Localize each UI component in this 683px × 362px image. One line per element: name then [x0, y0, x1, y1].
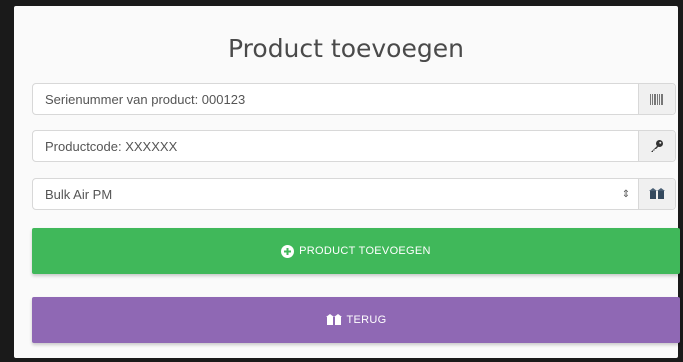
barcode-icon	[638, 84, 675, 114]
page-title: Product toevoegen	[228, 34, 464, 63]
add-product-panel: Product toevoegen Serienummer van produc…	[14, 6, 680, 358]
back-label: TERUG	[346, 314, 387, 326]
product-type-select[interactable]: Bulk Air PM ⇕	[32, 178, 676, 210]
product-code-field[interactable]: Productcode: XXXXXX	[32, 130, 676, 162]
add-product-button[interactable]: PRODUCT TOEVOEGEN	[32, 228, 680, 274]
boxes-icon	[638, 179, 675, 209]
back-button[interactable]: TERUG	[32, 297, 680, 343]
serial-number-field[interactable]: Serienummer van product: 000123	[32, 83, 676, 115]
select-arrows-icon: ⇕	[621, 188, 631, 200]
boxes-icon	[325, 314, 342, 326]
add-product-label: PRODUCT TOEVOEGEN	[299, 245, 431, 257]
product-type-selected: Bulk Air PM	[45, 186, 113, 202]
plus-circle-icon	[281, 244, 295, 258]
product-code-text: Productcode: XXXXXX	[45, 138, 178, 154]
serial-number-text: Serienummer van product: 000123	[45, 91, 246, 107]
key-icon	[638, 131, 675, 161]
